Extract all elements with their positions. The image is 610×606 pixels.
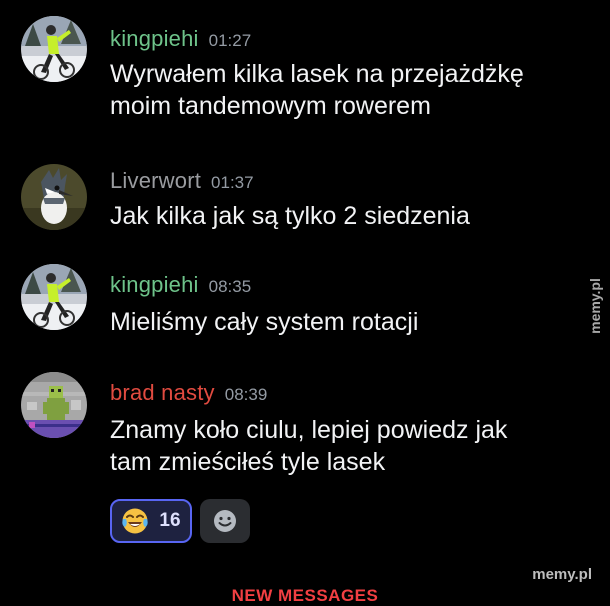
smiley-add-icon <box>214 510 236 532</box>
username[interactable]: kingpiehi <box>110 272 199 297</box>
snowy-cyclist-avatar-icon <box>21 16 87 82</box>
snowy-cyclist-avatar-icon <box>21 264 87 330</box>
watermark-bottom: memy.pl <box>532 566 592 583</box>
message-line: Mieliśmy cały system rotacji <box>110 308 419 336</box>
watermark-side: memy.pl <box>578 266 610 346</box>
kingfisher-bird-avatar-icon <box>21 164 87 230</box>
message-line: moim tandemowym rowerem <box>110 92 431 120</box>
reactions-bar: 16 <box>110 499 250 543</box>
user-avatar[interactable] <box>21 264 87 330</box>
timestamp: 01:37 <box>211 173 254 192</box>
username[interactable]: brad nasty <box>110 380 215 405</box>
username[interactable]: Liverwort <box>110 168 201 193</box>
message-header: brad nasty 08:39 <box>110 380 267 406</box>
username[interactable]: kingpiehi <box>110 26 199 51</box>
message-line: tam zmieściłeś tyle lasek <box>110 448 386 476</box>
message-header: Liverwort 01:37 <box>110 168 254 194</box>
message-header: kingpiehi 08:35 <box>110 272 251 298</box>
timestamp: 01:27 <box>208 31 252 50</box>
add-reaction-button[interactable] <box>200 499 250 543</box>
reaction-count: 16 <box>159 510 181 531</box>
message-line: Znamy koło ciulu, lepiej powiedz jak <box>110 416 508 444</box>
message-content: Jak kilka jak są tylko 2 siedzenia <box>110 200 580 232</box>
user-avatar[interactable] <box>21 372 87 438</box>
message-line: Wyrwałem kilka lasek na przejażdżkę <box>110 60 524 88</box>
watermark-side-text: memy.pl <box>587 278 604 334</box>
reaction-joy[interactable]: 16 <box>110 499 192 543</box>
timestamp: 08:39 <box>224 385 268 404</box>
message-content: Mieliśmy cały system rotacji <box>110 306 580 338</box>
message-content: Wyrwałem kilka lasek na przejażdżkę moim… <box>110 58 580 122</box>
user-avatar[interactable] <box>21 164 87 230</box>
joy-tears-emoji-icon <box>121 507 149 535</box>
message-line: Jak kilka jak są tylko 2 siedzenia <box>110 202 470 230</box>
message-content: Znamy koło ciulu, lepiej powiedz jak tam… <box>110 414 580 478</box>
user-avatar[interactable] <box>21 16 87 82</box>
timestamp: 08:35 <box>208 277 252 296</box>
message-header: kingpiehi 01:27 <box>110 26 251 52</box>
pixel-art-avatar-icon <box>21 372 87 438</box>
new-messages-divider[interactable]: NEW MESSAGES <box>0 586 610 606</box>
